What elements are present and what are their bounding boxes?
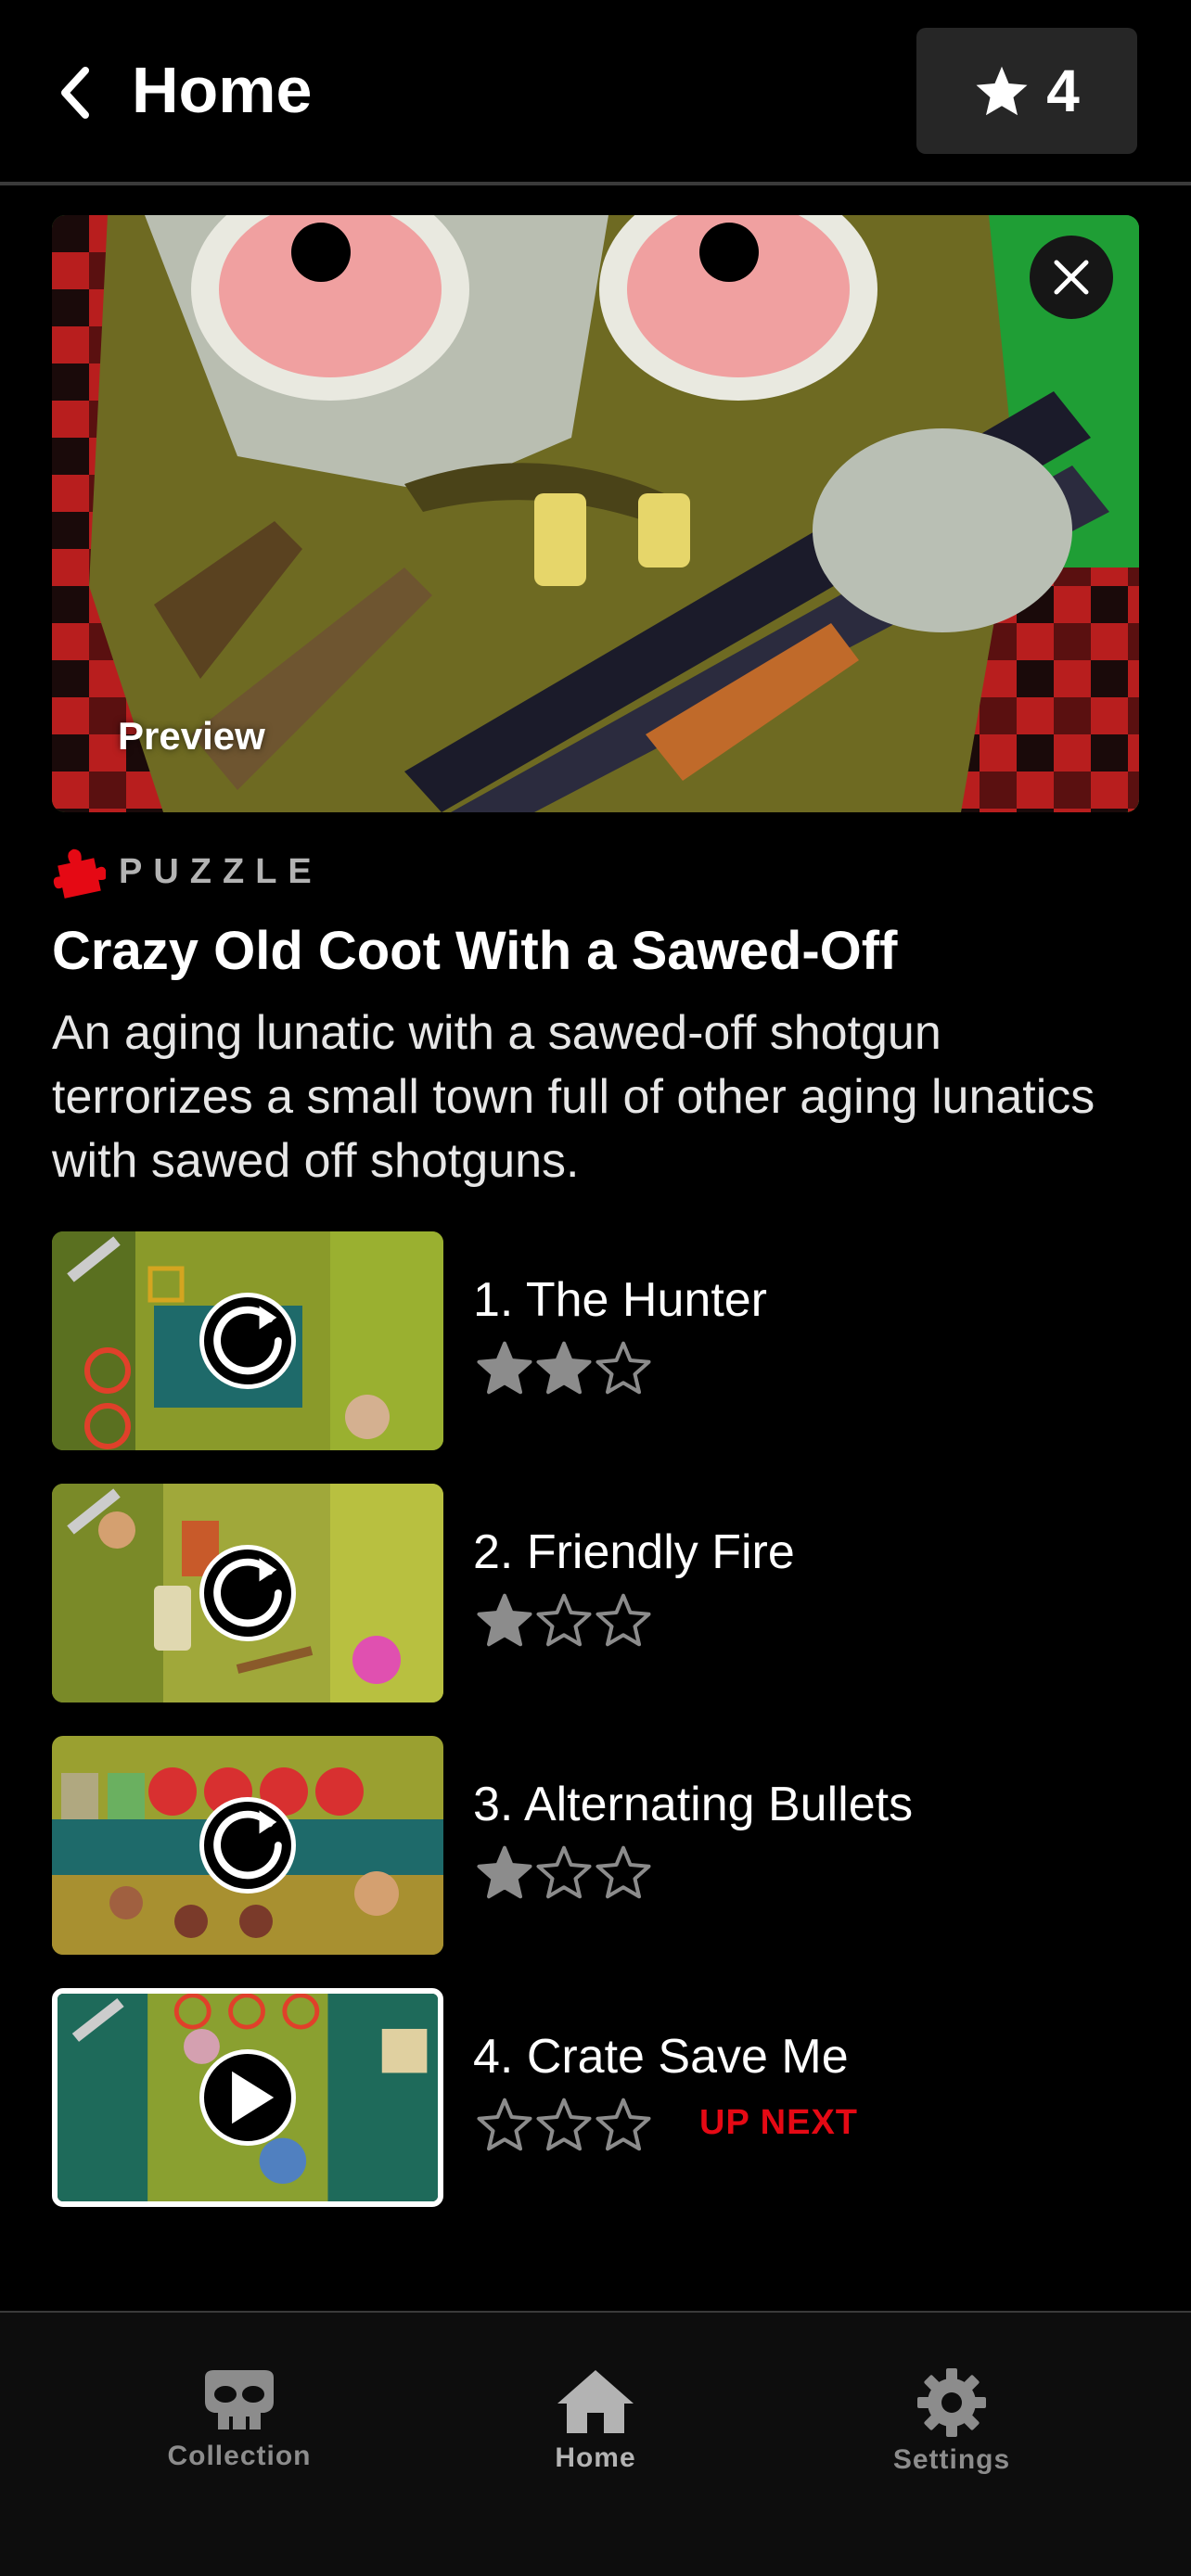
star-empty-icon (477, 2098, 532, 2151)
star-filled-icon (477, 1341, 532, 1395)
level-stars (477, 1593, 651, 1647)
tab-collection[interactable]: Collection (128, 2368, 351, 2472)
star-empty-icon (596, 1593, 651, 1647)
star-empty-icon (536, 2098, 592, 2151)
tab-bar: Collection Home Settings (0, 2313, 1191, 2576)
play-icon (232, 2071, 275, 2124)
stars-total-button[interactable]: 4 (916, 28, 1137, 154)
star-empty-icon (596, 2098, 651, 2151)
level-name: 1. The Hunter (473, 1273, 768, 1327)
header-divider (0, 182, 1191, 185)
replay-icon (213, 1306, 282, 1375)
tab-label: Home (555, 2442, 636, 2473)
puzzle-piece-icon (53, 848, 106, 899)
level-thumbnail[interactable] (52, 1736, 443, 1955)
header: Home 4 (0, 0, 1191, 182)
tab-label: Collection (167, 2441, 312, 2471)
tab-settings[interactable]: Settings (840, 2368, 1063, 2476)
game-description: An aging lunatic with a sawed-off shotgu… (52, 1006, 1095, 1188)
level-stars (477, 2098, 651, 2151)
star-empty-icon (596, 1341, 651, 1395)
level-thumbnail[interactable] (52, 1484, 443, 1702)
star-empty-icon (596, 1845, 651, 1899)
star-empty-icon (536, 1845, 592, 1899)
replay-button[interactable] (199, 1293, 296, 1389)
level-item[interactable]: 4. Crate Save Me UP NEXT (52, 1988, 1146, 2207)
play-button[interactable] (199, 2049, 296, 2146)
close-icon (1054, 260, 1089, 295)
level-item[interactable]: 1. The Hunter (52, 1231, 1146, 1450)
level-name: 2. Friendly Fire (473, 1525, 795, 1579)
level-stars (477, 1845, 651, 1899)
close-preview-button[interactable] (1030, 236, 1113, 319)
level-name: 4. Crate Save Me (473, 2030, 849, 2084)
level-item[interactable]: 3. Alternating Bullets (52, 1736, 1146, 1955)
back-button[interactable] (48, 56, 104, 130)
gear-icon (917, 2368, 986, 2437)
star-filled-icon (477, 1845, 532, 1899)
replay-icon (213, 1810, 282, 1880)
tab-label: Settings (892, 2444, 1011, 2475)
up-next-badge: UP NEXT (699, 2103, 859, 2142)
page-title: Home (132, 54, 313, 126)
star-filled-icon (477, 1593, 532, 1647)
level-thumbnail[interactable] (52, 1231, 443, 1450)
stars-count: 4 (1046, 57, 1080, 124)
genre-label: PUZZLE (119, 851, 323, 891)
star-filled-icon (536, 1341, 592, 1395)
tab-home[interactable]: Home (484, 2368, 707, 2474)
star-icon (976, 66, 1028, 116)
level-item[interactable]: 2. Friendly Fire (52, 1484, 1146, 1702)
chevron-left-icon (61, 67, 89, 119)
home-icon (557, 2370, 634, 2433)
level-thumbnail[interactable] (52, 1988, 443, 2207)
replay-button[interactable] (199, 1545, 296, 1641)
skull-icon (205, 2370, 274, 2429)
replay-icon (213, 1558, 282, 1627)
game-title: Crazy Old Coot With a Sawed-Off (52, 921, 898, 981)
preview-label: Preview (118, 714, 265, 758)
level-name: 3. Alternating Bullets (473, 1778, 914, 1831)
level-stars (477, 1341, 651, 1395)
genre-row: PUZZLE (52, 844, 323, 899)
star-empty-icon (536, 1593, 592, 1647)
replay-button[interactable] (199, 1797, 296, 1894)
